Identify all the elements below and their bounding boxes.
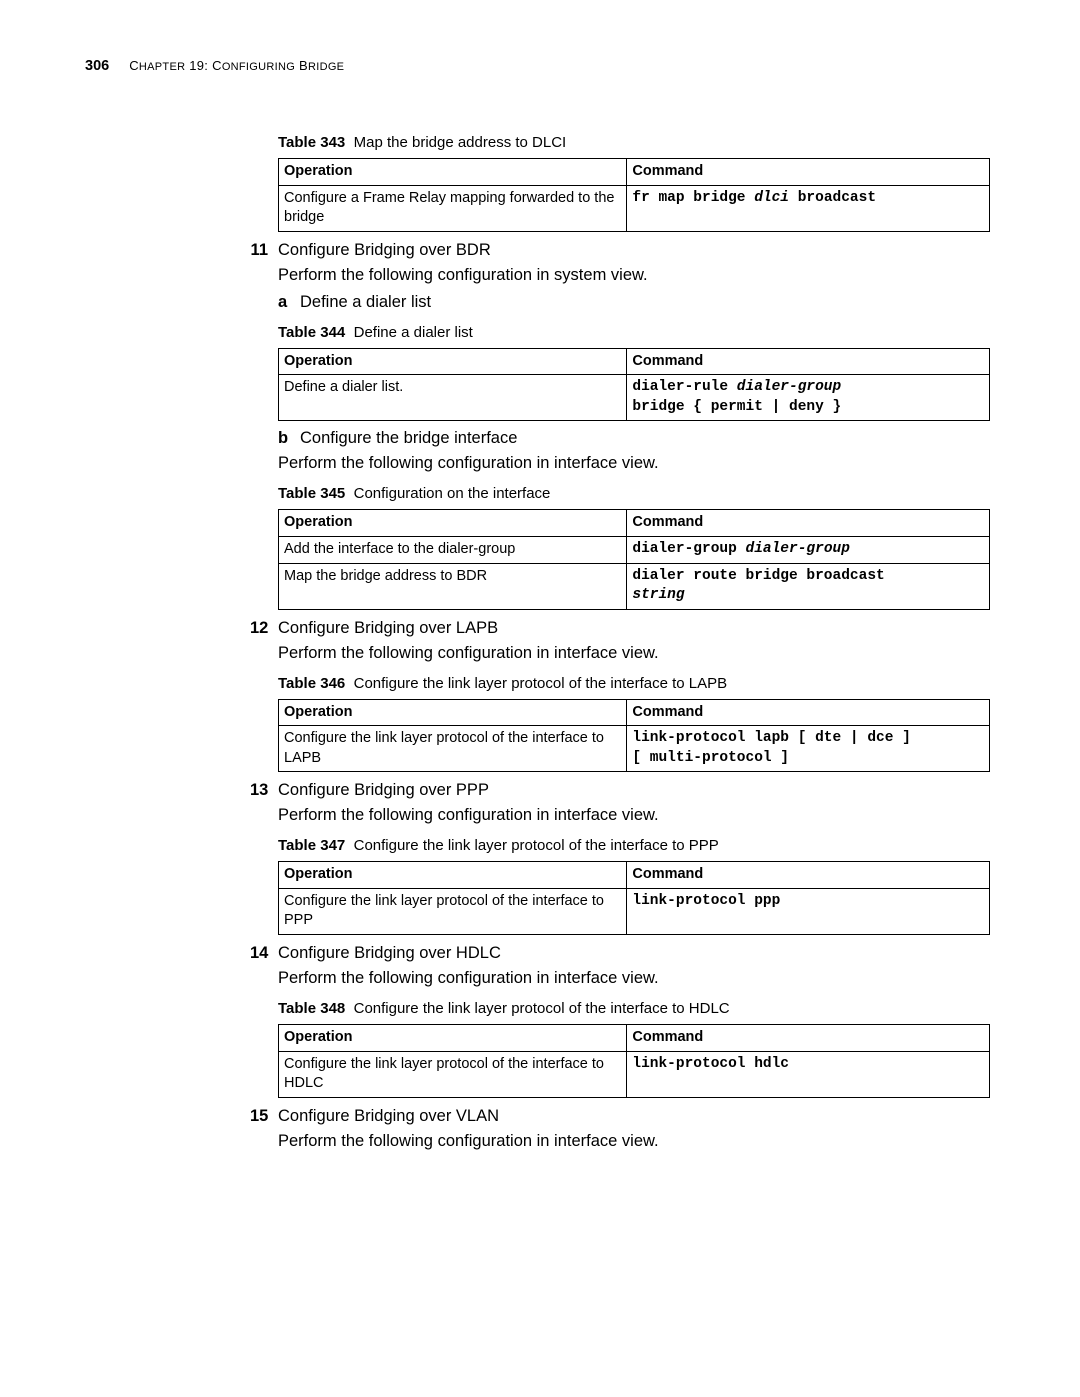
table-header-operation: Operation <box>279 862 627 889</box>
step-11: 11 Configure Bridging over BDR <box>278 241 990 260</box>
page-header: 306 CHAPTER 19: CONFIGURING BRIDGE <box>100 58 990 74</box>
cell-command: dialer route bridge broadcaststring <box>627 563 990 609</box>
table-row: Configure the link layer protocol of the… <box>279 726 990 772</box>
table-header-command: Command <box>627 699 990 726</box>
step-11a: a Define a dialer list <box>278 293 990 312</box>
table-347-caption: Table 347 Configure the link layer proto… <box>278 837 990 854</box>
cell-command: fr map bridge dlci broadcast <box>627 185 990 231</box>
cell-operation: Configure the link layer protocol of the… <box>279 888 627 934</box>
table-header-command: Command <box>627 510 990 537</box>
table-header-operation: Operation <box>279 1025 627 1052</box>
substep-title: Define a dialer list <box>300 293 431 312</box>
cell-command: link-protocol lapb [ dte | dce ][ multi-… <box>627 726 990 772</box>
step-14: 14 Configure Bridging over HDLC <box>278 944 990 963</box>
table-347: Operation Command Configure the link lay… <box>278 861 990 935</box>
cell-operation: Configure the link layer protocol of the… <box>279 726 627 772</box>
step-desc: Perform the following configuration in i… <box>278 969 990 988</box>
cell-command: link-protocol ppp <box>627 888 990 934</box>
step-title: Configure Bridging over PPP <box>278 781 489 800</box>
table-header-operation: Operation <box>279 159 627 186</box>
table-header-operation: Operation <box>279 699 627 726</box>
step-title: Configure Bridging over VLAN <box>278 1107 499 1126</box>
page-number: 306 <box>85 58 109 74</box>
step-desc: Perform the following configuration in i… <box>278 454 990 473</box>
table-header-operation: Operation <box>279 348 627 375</box>
step-12: 12 Configure Bridging over LAPB <box>278 619 990 638</box>
step-13: 13 Configure Bridging over PPP <box>278 781 990 800</box>
table-345: Operation Command Add the interface to t… <box>278 509 990 609</box>
step-title: Configure Bridging over LAPB <box>278 619 498 638</box>
step-11b: b Configure the bridge interface <box>278 429 990 448</box>
table-row: Configure a Frame Relay mapping forwarde… <box>279 185 990 231</box>
table-344-caption: Table 344 Define a dialer list <box>278 324 990 341</box>
table-row: Configure the link layer protocol of the… <box>279 888 990 934</box>
table-343-caption: Table 343 Map the bridge address to DLCI <box>278 134 990 151</box>
cell-operation: Map the bridge address to BDR <box>279 563 627 609</box>
table-header-command: Command <box>627 159 990 186</box>
substep-title: Configure the bridge interface <box>300 429 517 448</box>
table-header-command: Command <box>627 1025 990 1052</box>
table-row: Map the bridge address to BDR dialer rou… <box>279 563 990 609</box>
table-343: Operation Command Configure a Frame Rela… <box>278 158 990 232</box>
table-348: Operation Command Configure the link lay… <box>278 1024 990 1098</box>
table-345-caption: Table 345 Configuration on the interface <box>278 485 990 502</box>
cell-operation: Define a dialer list. <box>279 375 627 421</box>
cell-command: dialer-group dialer-group <box>627 536 990 563</box>
table-348-caption: Table 348 Configure the link layer proto… <box>278 1000 990 1017</box>
step-desc: Perform the following configuration in i… <box>278 1132 990 1151</box>
table-header-command: Command <box>627 348 990 375</box>
step-desc: Perform the following configuration in i… <box>278 806 990 825</box>
cell-operation: Configure a Frame Relay mapping forwarde… <box>279 185 627 231</box>
table-346: Operation Command Configure the link lay… <box>278 699 990 773</box>
table-346-caption: Table 346 Configure the link layer proto… <box>278 675 990 692</box>
chapter-label: CHAPTER 19: CONFIGURING BRIDGE <box>129 58 344 73</box>
cell-operation: Add the interface to the dialer-group <box>279 536 627 563</box>
table-header-command: Command <box>627 862 990 889</box>
cell-command: dialer-rule dialer-groupbridge { permit … <box>627 375 990 421</box>
cell-operation: Configure the link layer protocol of the… <box>279 1051 627 1097</box>
step-desc: Perform the following configuration in s… <box>278 266 990 285</box>
table-row: Configure the link layer protocol of the… <box>279 1051 990 1097</box>
table-row: Define a dialer list. dialer-rule dialer… <box>279 375 990 421</box>
table-header-operation: Operation <box>279 510 627 537</box>
step-title: Configure Bridging over BDR <box>278 241 491 260</box>
step-title: Configure Bridging over HDLC <box>278 944 501 963</box>
cell-command: link-protocol hdlc <box>627 1051 990 1097</box>
table-row: Add the interface to the dialer-group di… <box>279 536 990 563</box>
step-15: 15 Configure Bridging over VLAN <box>278 1107 990 1126</box>
table-344: Operation Command Define a dialer list. … <box>278 348 990 422</box>
step-desc: Perform the following configuration in i… <box>278 644 990 663</box>
